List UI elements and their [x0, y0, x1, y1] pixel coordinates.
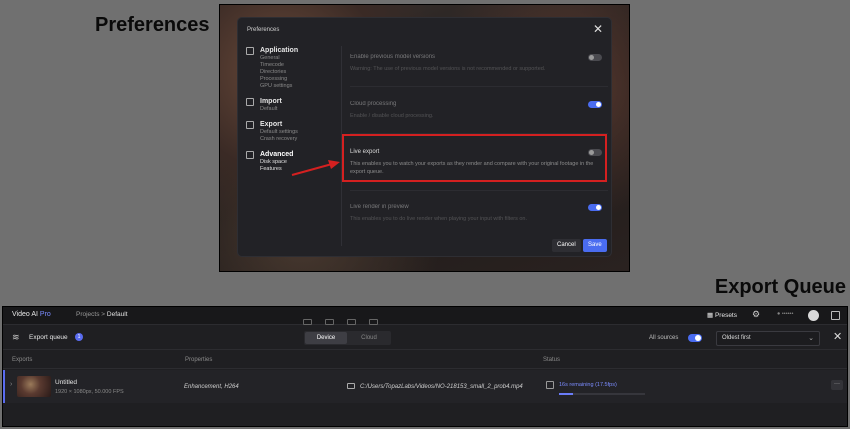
option-title: Live render in preview: [350, 204, 409, 210]
status-icon: [546, 381, 554, 389]
option-live-render-preview: Live render in preview This enables you …: [350, 204, 608, 223]
sort-selected-value: Oldest first: [722, 335, 751, 341]
sidebar-item-default-settings[interactable]: Default settings: [260, 129, 342, 136]
segment-device[interactable]: Device: [305, 332, 347, 344]
breadcrumb-projects[interactable]: Projects: [76, 311, 99, 318]
progress-bar-fill: [559, 393, 573, 395]
export-properties: Enhancement, H264: [184, 384, 239, 390]
sidebar-item-crash-recovery[interactable]: Crash recovery: [260, 136, 342, 143]
column-header-properties: Properties: [185, 357, 213, 363]
presets-button[interactable]: ▦ Presets: [707, 311, 737, 319]
sidebar-item-gpu-settings[interactable]: GPU settings: [260, 83, 342, 90]
segment-cloud[interactable]: Cloud: [348, 332, 390, 344]
export-name: Untitled: [55, 379, 78, 386]
all-sources-label: All sources: [649, 335, 679, 341]
layers-icon: ≋: [12, 332, 20, 342]
export-queue-caption: Export Queue: [714, 276, 846, 298]
option-title: Cloud processing: [350, 101, 397, 107]
video-thumbnail: [17, 376, 51, 397]
cancel-button[interactable]: Cancel: [552, 239, 581, 252]
sidebar-item-import-default[interactable]: Default: [260, 106, 342, 113]
sidebar-item-timecode[interactable]: Timecode: [260, 62, 342, 69]
sidebar-item-directories[interactable]: Directories: [260, 69, 342, 76]
credits-value: ••••••: [781, 311, 794, 317]
sidebar-group-export[interactable]: Export Default settings Crash recovery: [244, 120, 342, 143]
import-icon: [246, 98, 254, 106]
sidebar-item-processing[interactable]: Processing: [260, 76, 342, 83]
export-icon: [246, 121, 254, 129]
brand-pro-label: Pro: [39, 311, 51, 318]
advanced-icon: [246, 151, 254, 159]
option-description: Warning: The use of previous model versi…: [350, 66, 546, 72]
option-previous-model-versions: Enable previous model versions Warning: …: [350, 54, 608, 73]
all-sources-toggle[interactable]: [688, 334, 702, 342]
sidebar-group-title[interactable]: Export: [260, 120, 342, 129]
chevron-right-icon[interactable]: ›: [10, 381, 12, 388]
presets-label: Presets: [714, 312, 737, 319]
cloud-processing-toggle[interactable]: [588, 101, 602, 108]
sidebar-group-title[interactable]: Application: [260, 46, 342, 55]
option-cloud-processing: Cloud processing Enable / disable cloud …: [350, 101, 608, 120]
table-row[interactable]: › Untitled 1920 × 1080px, 50.000 FPS Enh…: [3, 370, 847, 403]
table-header: Exports Properties Status: [3, 351, 847, 369]
progress-bar: [559, 393, 645, 395]
option-description: This enables you to do live render when …: [350, 216, 528, 222]
folder-icon[interactable]: [347, 383, 355, 389]
preferences-caption: Preferences: [95, 14, 210, 36]
time-remaining: 16s remaining (17.5fps): [559, 382, 617, 388]
side-by-side-icon[interactable]: [325, 319, 334, 325]
export-queue-screenshot: Video AI Pro Projects > Default ▦ Preset…: [2, 306, 848, 427]
breadcrumb-separator: >: [101, 311, 106, 318]
column-header-exports: Exports: [12, 357, 33, 363]
option-divider: [350, 190, 608, 191]
chevron-down-icon: ⌄: [808, 335, 814, 342]
export-queue-title: Export queue: [29, 334, 68, 341]
previous-model-versions-toggle[interactable]: [588, 54, 602, 61]
split-view-icon[interactable]: [347, 319, 356, 325]
app-brand: Video AI Pro: [12, 311, 51, 318]
queue-count-badge: 1: [75, 333, 83, 341]
sidebar-group-import[interactable]: Import Default: [244, 97, 342, 113]
sidebar-group-application[interactable]: Application General Timecode Directories…: [244, 46, 342, 90]
avatar[interactable]: [808, 310, 819, 321]
annotation-arrow-icon: [291, 160, 340, 176]
option-title: Enable previous model versions: [350, 54, 436, 60]
save-button[interactable]: Save: [583, 239, 607, 252]
export-queue-header: ≋ Export queue 1 Device Cloud All source…: [3, 326, 847, 350]
sidebar-item-general[interactable]: General: [260, 55, 342, 62]
export-path: C:/Users/TopazLabs/Videos/NO-218153_smal…: [360, 384, 523, 390]
credits-display[interactable]: ● ••••••: [777, 311, 793, 317]
compare-view-icon[interactable]: [369, 319, 378, 325]
sort-dropdown[interactable]: Oldest first ⌄: [716, 331, 820, 346]
breadcrumb-current: Default: [106, 311, 128, 318]
app-top-bar: Video AI Pro Projects > Default ▦ Preset…: [3, 307, 847, 325]
brand-name: Video AI: [12, 311, 38, 318]
panel-toggle-icon[interactable]: [831, 311, 840, 320]
close-icon[interactable]: ✕: [833, 330, 842, 343]
gear-icon[interactable]: ⚙: [752, 309, 760, 320]
dialog-title: Preferences: [247, 27, 280, 33]
device-cloud-switch: Device Cloud: [304, 331, 391, 345]
live-export-highlight-box: [342, 134, 607, 182]
more-options-button[interactable]: ···: [831, 380, 843, 390]
option-divider: [350, 86, 608, 87]
breadcrumb: Projects > Default: [76, 311, 128, 318]
option-description: Enable / disable cloud processing.: [350, 113, 434, 119]
live-render-preview-toggle[interactable]: [588, 204, 602, 211]
application-icon: [246, 47, 254, 55]
column-header-status: Status: [543, 357, 561, 363]
single-view-icon[interactable]: [303, 319, 312, 325]
export-meta: 1920 × 1080px, 50.000 FPS: [55, 389, 124, 395]
sidebar-group-title[interactable]: Import: [260, 97, 342, 106]
close-icon[interactable]: ✕: [593, 23, 603, 35]
